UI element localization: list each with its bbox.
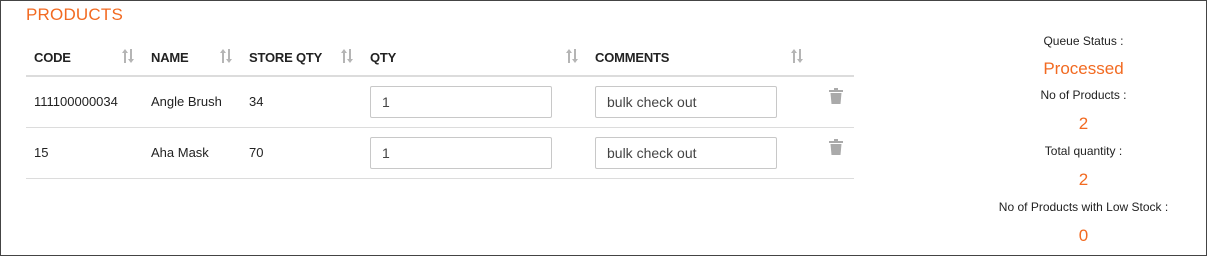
column-header-store-qty[interactable]: STORE QTY [249, 50, 322, 65]
total-quantity-label: Total quantity : [1044, 144, 1123, 158]
low-stock-label: No of Products with Low Stock : [998, 200, 1169, 214]
column-header-code[interactable]: CODE [34, 50, 71, 65]
products-panel: PRODUCTS CODE NAME STORE QTY QTY COMMENT… [0, 0, 1207, 256]
sort-arrows-icon[interactable] [220, 48, 232, 64]
column-header-comments[interactable]: COMMENTS [595, 50, 669, 65]
cell-store-qty: 34 [249, 94, 264, 109]
sort-arrows-icon[interactable] [341, 48, 353, 64]
sort-arrows-icon[interactable] [566, 48, 578, 64]
queue-status-label: Queue Status : [1043, 34, 1124, 48]
sort-arrows-icon[interactable] [122, 48, 134, 64]
products-count-value: 2 [1078, 114, 1089, 133]
sort-arrows-icon[interactable] [791, 48, 803, 64]
column-header-name[interactable]: NAME [151, 50, 189, 65]
products-table: CODE NAME STORE QTY QTY COMMENTS 1111000 [26, 41, 854, 179]
cell-store-qty: 70 [249, 145, 264, 160]
table-header-row: CODE NAME STORE QTY QTY COMMENTS [26, 41, 854, 77]
section-title: PRODUCTS [26, 5, 123, 24]
queue-status-value: Processed [1043, 59, 1124, 78]
cell-code: 15 [34, 145, 49, 160]
cell-name: Aha Mask [151, 145, 209, 160]
table-row: 111100000034 Angle Brush 34 [26, 77, 854, 128]
comment-input[interactable] [595, 137, 777, 169]
cell-name: Angle Brush [151, 94, 222, 109]
comment-input[interactable] [595, 86, 777, 118]
table-row: 15 Aha Mask 70 [26, 128, 854, 179]
total-quantity-value: 2 [1078, 170, 1089, 189]
qty-input[interactable] [370, 137, 552, 169]
trash-icon[interactable] [829, 88, 843, 104]
column-header-qty[interactable]: QTY [370, 50, 396, 65]
trash-icon[interactable] [829, 139, 843, 155]
qty-input[interactable] [370, 86, 552, 118]
products-count-label: No of Products : [1040, 88, 1127, 102]
cell-code: 111100000034 [34, 94, 118, 109]
low-stock-value: 0 [1078, 226, 1089, 245]
